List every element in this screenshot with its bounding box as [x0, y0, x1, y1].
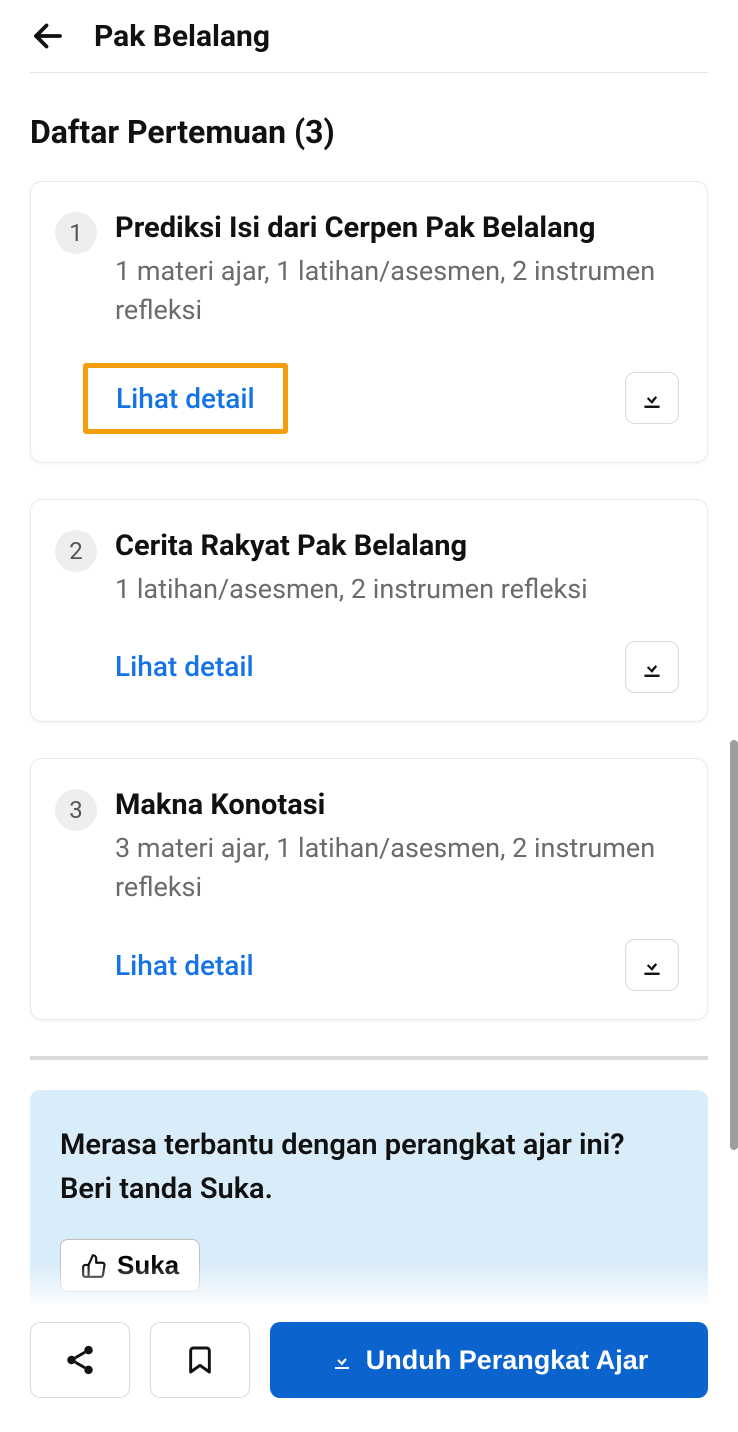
page-title: Pak Belalang: [94, 19, 270, 54]
download-icon: [639, 952, 665, 978]
back-button[interactable]: [30, 18, 66, 54]
meeting-desc: 1 materi ajar, 1 latihan/asesmen, 2 inst…: [115, 252, 679, 330]
thumbs-up-icon: [81, 1253, 107, 1279]
like-label: Suka: [117, 1250, 179, 1281]
meeting-card: 2 Cerita Rakyat Pak Belalang 1 latihan/a…: [30, 499, 708, 722]
view-detail-link[interactable]: Lihat detail: [115, 949, 254, 982]
section-title: Daftar Pertemuan (3): [0, 73, 738, 181]
meeting-desc: 3 materi ajar, 1 latihan/asesmen, 2 inst…: [115, 829, 679, 907]
like-button[interactable]: Suka: [60, 1239, 200, 1292]
meeting-card: 3 Makna Konotasi 3 materi ajar, 1 latiha…: [30, 758, 708, 1021]
download-item-button[interactable]: [625, 372, 679, 424]
view-detail-link[interactable]: Lihat detail: [115, 650, 254, 683]
download-icon: [639, 654, 665, 680]
feedback-panel: Merasa terbantu dengan perangkat ajar in…: [30, 1090, 708, 1312]
meeting-title: Makna Konotasi: [115, 787, 679, 823]
download-icon: [330, 1348, 354, 1372]
meeting-title: Cerita Rakyat Pak Belalang: [115, 528, 679, 564]
download-item-button[interactable]: [625, 939, 679, 991]
download-icon: [639, 385, 665, 411]
meeting-title: Prediksi Isi dari Cerpen Pak Belalang: [115, 210, 679, 246]
meeting-card: 1 Prediksi Isi dari Cerpen Pak Belalang …: [30, 181, 708, 463]
meeting-number-badge: 1: [55, 212, 97, 254]
section-divider: [30, 1056, 708, 1060]
scrollbar[interactable]: [730, 740, 738, 1150]
download-all-label: Unduh Perangkat Ajar: [366, 1345, 649, 1376]
download-all-button[interactable]: Unduh Perangkat Ajar: [270, 1322, 708, 1398]
bookmark-icon: [184, 1344, 216, 1376]
arrow-left-icon: [30, 18, 66, 54]
feedback-text: Merasa terbantu dengan perangkat ajar in…: [60, 1124, 678, 1211]
share-icon: [63, 1343, 97, 1377]
bottom-toolbar: Unduh Perangkat Ajar: [0, 1304, 738, 1432]
download-item-button[interactable]: [625, 641, 679, 693]
share-button[interactable]: [30, 1322, 130, 1398]
header: Pak Belalang: [0, 0, 738, 72]
meeting-number-badge: 3: [55, 789, 97, 831]
view-detail-link[interactable]: Lihat detail: [83, 363, 288, 434]
meeting-number-badge: 2: [55, 530, 97, 572]
meeting-desc: 1 latihan/asesmen, 2 instrumen refleksi: [115, 570, 679, 609]
bookmark-button[interactable]: [150, 1322, 250, 1398]
